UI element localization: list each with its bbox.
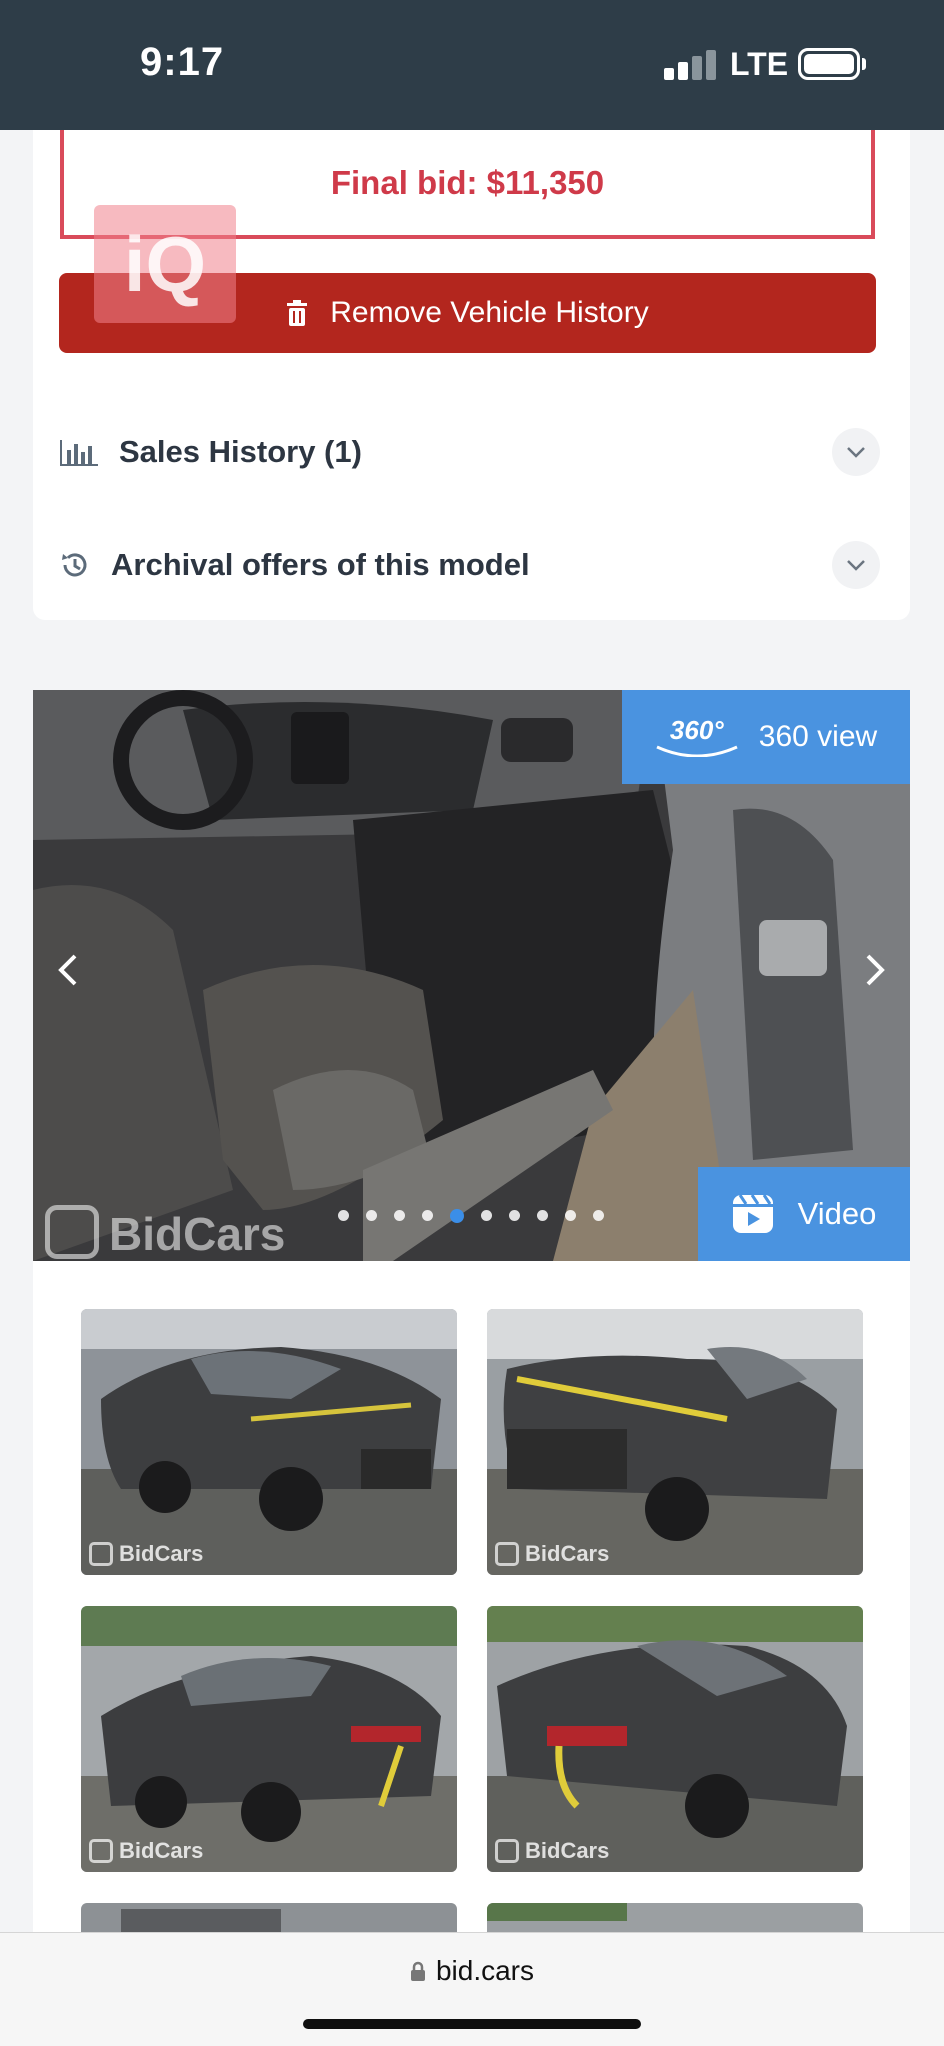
car-photo (81, 1903, 457, 1933)
chevron-down-icon[interactable] (832, 428, 880, 476)
history-icon (62, 553, 87, 577)
thumb-watermark: BidCars (89, 1838, 203, 1864)
gallery-next-arrow[interactable] (850, 940, 900, 1000)
home-indicator[interactable] (303, 2019, 641, 2029)
iq-watermark-text: iQ (123, 219, 207, 308)
car-photo (487, 1903, 863, 1933)
pagination-dot[interactable] (565, 1210, 576, 1221)
lock-icon (410, 1961, 425, 1981)
main-vehicle-photo[interactable]: 360° 360 view BidCars Video (33, 690, 910, 1261)
accordion-archival-offers[interactable]: Archival offers of this model (59, 530, 880, 600)
bidcars-watermark-text: BidCars (109, 1208, 286, 1260)
car-photo (487, 1309, 863, 1575)
view-360-label: 360 view (758, 720, 878, 753)
trash-icon (287, 300, 308, 326)
pagination-dot[interactable] (509, 1210, 520, 1221)
thumbnail-rear-left[interactable]: BidCars (81, 1606, 457, 1872)
signal-icon (664, 50, 720, 80)
photo-thumbnails: BidCars BidCars BidCars BidCars (33, 1261, 910, 1933)
thumb-watermark-text: BidCars (525, 1838, 610, 1863)
auction-summary-card: Final bid: $11,350 iQ Remove Vehicle His… (33, 130, 910, 620)
360-view-icon: 360° (655, 717, 739, 757)
chevron-left-icon (58, 954, 77, 986)
accordion-sales-history[interactable]: Sales History (1) (59, 417, 880, 487)
iq-watermark-logo: iQ (94, 205, 236, 323)
thumbnail-front-left[interactable]: BidCars (81, 1309, 457, 1575)
bidcars-logo-icon (89, 1839, 113, 1863)
thumbnail-partial-left[interactable] (81, 1903, 457, 1933)
network-type: LTE (730, 46, 789, 82)
pagination-dot[interactable] (537, 1210, 548, 1221)
url-text: bid.cars (435, 1955, 535, 1986)
car-photo (487, 1606, 863, 1872)
sales-history-label: Sales History (1) (119, 434, 362, 469)
bar-chart-icon (60, 440, 98, 466)
archival-offers-label: Archival offers of this model (111, 547, 530, 582)
bidcars-watermark: BidCars (45, 1205, 286, 1261)
thumb-watermark: BidCars (89, 1541, 203, 1567)
pagination-dot-active[interactable] (450, 1209, 464, 1223)
bidcars-logo-icon (89, 1542, 113, 1566)
thumbnail-front-right[interactable]: BidCars (487, 1309, 863, 1575)
gallery-prev-arrow[interactable] (43, 940, 93, 1000)
thumbnail-rear-right[interactable]: BidCars (487, 1606, 863, 1872)
car-photo (81, 1309, 457, 1575)
status-time: 9:17 (140, 40, 225, 84)
video-icon (732, 1194, 773, 1233)
pagination-dot[interactable] (366, 1210, 377, 1221)
bidcars-logo-icon (495, 1542, 519, 1566)
pagination-dot[interactable] (422, 1210, 433, 1221)
status-bar: 9:17 LTE (0, 0, 944, 130)
thumb-watermark-text: BidCars (119, 1838, 204, 1863)
chevron-right-icon (866, 954, 885, 986)
pagination-dot[interactable] (481, 1210, 492, 1221)
view-360-button[interactable]: 360° 360 view (622, 690, 910, 784)
thumb-watermark-text: BidCars (525, 1541, 610, 1566)
url-display[interactable]: bid.cars (0, 1955, 944, 1987)
360-badge: 360° (669, 715, 724, 745)
browser-address-bar[interactable]: bid.cars (0, 1932, 944, 2046)
bidcars-logo-icon (45, 1205, 99, 1259)
pagination-dot[interactable] (593, 1210, 604, 1221)
gallery-pagination[interactable] (338, 1209, 604, 1223)
video-label: Video (797, 1196, 877, 1231)
battery-icon (798, 48, 860, 80)
car-photo (81, 1606, 457, 1872)
thumb-watermark: BidCars (495, 1541, 609, 1567)
pagination-dot[interactable] (338, 1210, 349, 1221)
video-button[interactable]: Video (698, 1167, 910, 1261)
remove-vehicle-history-label: Remove Vehicle History (330, 296, 649, 329)
pagination-dot[interactable] (394, 1210, 405, 1221)
thumb-watermark: BidCars (495, 1838, 609, 1864)
bidcars-logo-icon (495, 1839, 519, 1863)
thumbnail-partial-right[interactable] (487, 1903, 863, 1933)
battery-tip (862, 58, 866, 70)
chevron-down-icon[interactable] (832, 541, 880, 589)
thumb-watermark-text: BidCars (119, 1541, 204, 1566)
